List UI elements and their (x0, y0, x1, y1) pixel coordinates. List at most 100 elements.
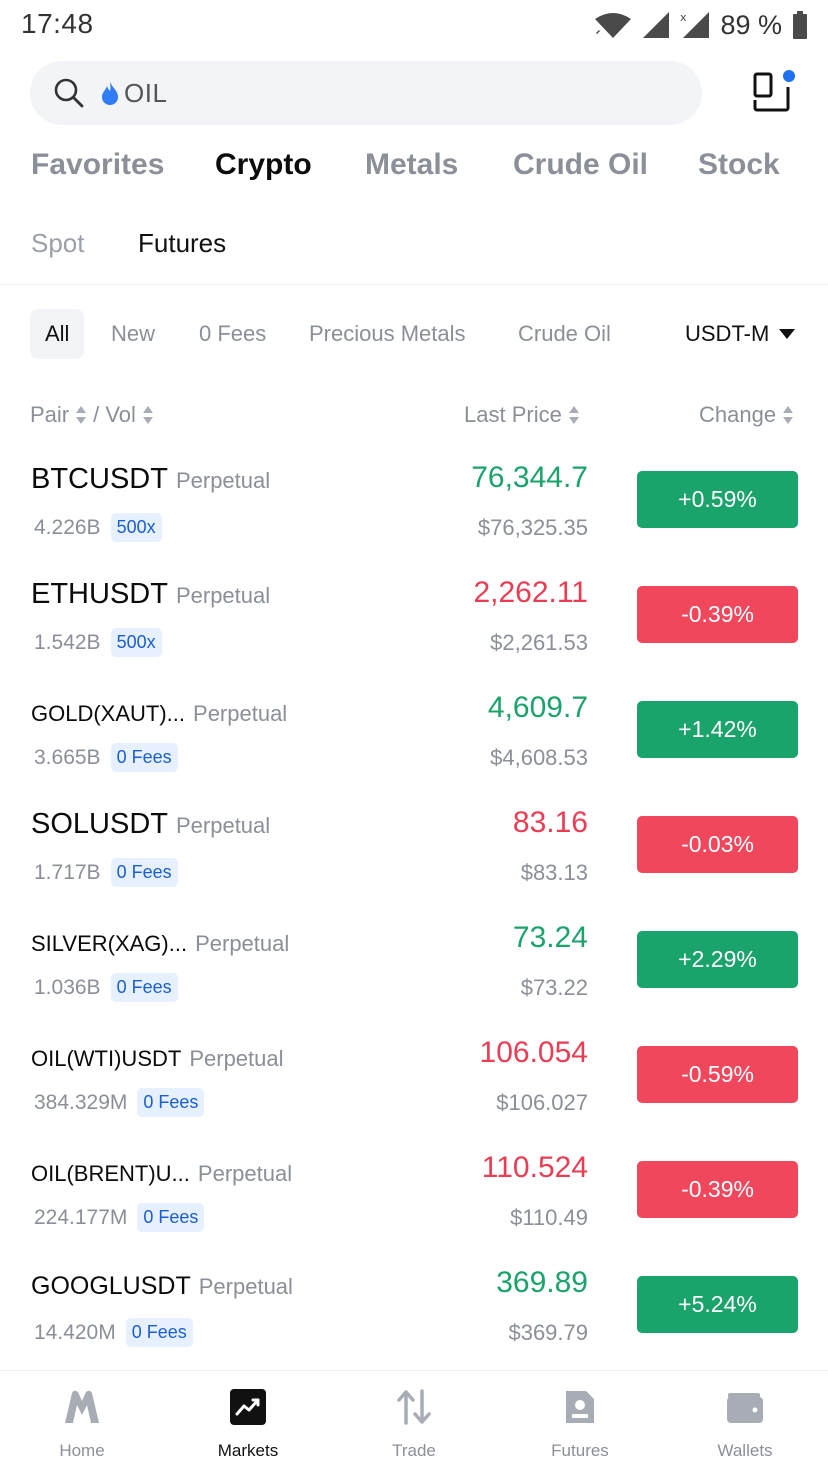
fee-badge: 0 Fees (137, 1088, 205, 1117)
header-vol: / Vol (93, 402, 136, 427)
fee-badge: 0 Fees (137, 1203, 205, 1232)
futures-doc-icon (566, 1391, 594, 1423)
nav-home[interactable]: Home (22, 1371, 142, 1472)
last-price: 106.054 (479, 1036, 588, 1069)
sort-icon (783, 406, 794, 424)
volume: 1.542B (34, 630, 101, 654)
filter-new[interactable]: New (111, 309, 155, 359)
margin-type-select[interactable]: USDT-M (685, 309, 796, 359)
pair-name: SILVER(XAG)... (31, 931, 188, 956)
usd-price: $76,325.35 (477, 515, 588, 540)
last-price: 110.524 (481, 1151, 588, 1184)
nav-label: Markets (217, 1441, 279, 1460)
sort-icon (568, 406, 579, 424)
search-icon (54, 78, 84, 108)
nav-trade[interactable]: Trade (354, 1371, 474, 1472)
tab-favorites[interactable]: Favorites (31, 148, 164, 182)
change-button[interactable]: -0.39% (637, 586, 798, 643)
volume: 4.226B (34, 515, 101, 539)
change-button[interactable]: +5.24% (637, 1276, 798, 1333)
change-button[interactable]: -0.39% (637, 1161, 798, 1218)
table-row[interactable]: OIL(BRENT)U... Perpetual 224.177M 0 Fees… (0, 1151, 828, 1268)
contract-type: Perpetual (189, 1046, 284, 1071)
last-price: 76,344.7 (471, 461, 588, 494)
tab-spot[interactable]: Spot (31, 228, 85, 259)
status-bar: 17:48 x 89 % (0, 0, 828, 50)
divider (0, 284, 828, 285)
pair-name: GOOGLUSDT (31, 1272, 191, 1300)
table-row[interactable]: GOOGLUSDT Perpetual 14.420M 0 Fees 369.8… (0, 1266, 828, 1383)
header-last-price[interactable]: Last Price (464, 402, 580, 428)
contract-type: Perpetual (175, 583, 271, 608)
vol-line: 1.717B 0 Fees (34, 858, 178, 887)
battery-percent: 89 % (720, 9, 782, 40)
tab-crude-oil[interactable]: Crude Oil (513, 148, 648, 182)
change-button[interactable]: +1.42% (637, 701, 798, 758)
table-row[interactable]: GOLD(XAUT)... Perpetual 3.665B 0 Fees 4,… (0, 691, 828, 808)
fee-badge: 0 Fees (110, 973, 178, 1002)
change-button[interactable]: +2.29% (637, 931, 798, 988)
pair-line: GOOGLUSDT Perpetual (31, 1272, 293, 1301)
margin-type-label: USDT-M (685, 321, 770, 346)
change-button[interactable]: -0.03% (637, 816, 798, 873)
table-row[interactable]: SILVER(XAG)... Perpetual 1.036B 0 Fees 7… (0, 921, 828, 1038)
last-price: 2,262.11 (473, 576, 588, 609)
filter-precious-metals[interactable]: Precious Metals (309, 309, 466, 359)
table-row[interactable]: BTCUSDT Perpetual 4.226B 500x 76,344.7 $… (0, 461, 828, 578)
search-input[interactable]: OIL (30, 61, 702, 125)
tab-stock[interactable]: Stock (698, 148, 780, 182)
pair-line: GOLD(XAUT)... Perpetual (31, 701, 287, 727)
tab-crypto[interactable]: Crypto (215, 148, 312, 182)
pair-line: SOLUSDT Perpetual (31, 808, 270, 841)
scan-button[interactable] (752, 70, 796, 114)
status-icons: x 89 % (594, 8, 808, 42)
vol-line: 1.542B 500x (34, 628, 162, 657)
usd-price: $106.027 (496, 1090, 588, 1115)
nav-futures[interactable]: Futures (520, 1371, 640, 1472)
leverage-badge: 500x (110, 628, 162, 657)
nav-label: Wallets (717, 1441, 773, 1460)
markets-chart-icon (230, 1389, 266, 1425)
pair-name: ETHUSDT (31, 578, 168, 610)
filter-all[interactable]: All (30, 309, 85, 359)
caret-down-icon (779, 329, 796, 339)
wallet-icon (727, 1393, 763, 1423)
pair-line: OIL(BRENT)U... Perpetual (31, 1161, 292, 1187)
nav-wallets[interactable]: Wallets (685, 1371, 805, 1472)
header-pair: Pair (30, 402, 70, 427)
table-row[interactable]: SOLUSDT Perpetual 1.717B 0 Fees 83.16 $8… (0, 806, 828, 923)
change-button[interactable]: +0.59% (637, 471, 798, 528)
sort-icon (76, 406, 87, 424)
tab-metals[interactable]: Metals (365, 148, 458, 182)
header-pair-vol[interactable]: Pair / Vol (30, 402, 154, 428)
pair-line: ETHUSDT Perpetual (31, 578, 270, 611)
table-row[interactable]: ETHUSDT Perpetual 1.542B 500x 2,262.11 $… (0, 576, 828, 693)
volume: 384.329M (34, 1090, 128, 1114)
change-button[interactable]: -0.59% (637, 1046, 798, 1103)
usd-price: $110.49 (510, 1205, 588, 1230)
header-change-label: Change (699, 402, 777, 427)
contract-type: Perpetual (198, 1274, 293, 1299)
usd-price: $4,608.53 (490, 745, 588, 770)
table-row[interactable]: OIL(WTI)USDT Perpetual 384.329M 0 Fees 1… (0, 1036, 828, 1153)
header-change[interactable]: Change (699, 402, 794, 428)
last-price: 4,609.7 (487, 691, 588, 724)
vol-line: 1.036B 0 Fees (34, 973, 178, 1002)
vol-line: 4.226B 500x (34, 513, 162, 542)
vol-line: 224.177M 0 Fees (34, 1203, 205, 1232)
nav-markets[interactable]: Markets (188, 1371, 308, 1472)
bottom-nav: Home Markets Trade Futures Wallets (0, 1370, 828, 1472)
home-logo-icon (65, 1390, 99, 1423)
header-last-price-label: Last Price (464, 402, 562, 427)
signal-no-data-icon: x (680, 11, 710, 38)
volume: 1.036B (34, 975, 101, 999)
filter-crude-oil[interactable]: Crude Oil (518, 309, 611, 359)
filter-0-fees[interactable]: 0 Fees (199, 309, 266, 359)
volume: 224.177M (34, 1205, 128, 1229)
contract-type: Perpetual (175, 468, 271, 493)
nav-label: Futures (551, 1441, 609, 1460)
nav-label: Trade (392, 1441, 436, 1460)
pair-line: OIL(WTI)USDT Perpetual (31, 1046, 284, 1072)
vol-line: 14.420M 0 Fees (34, 1318, 193, 1347)
tab-futures[interactable]: Futures (138, 228, 226, 259)
